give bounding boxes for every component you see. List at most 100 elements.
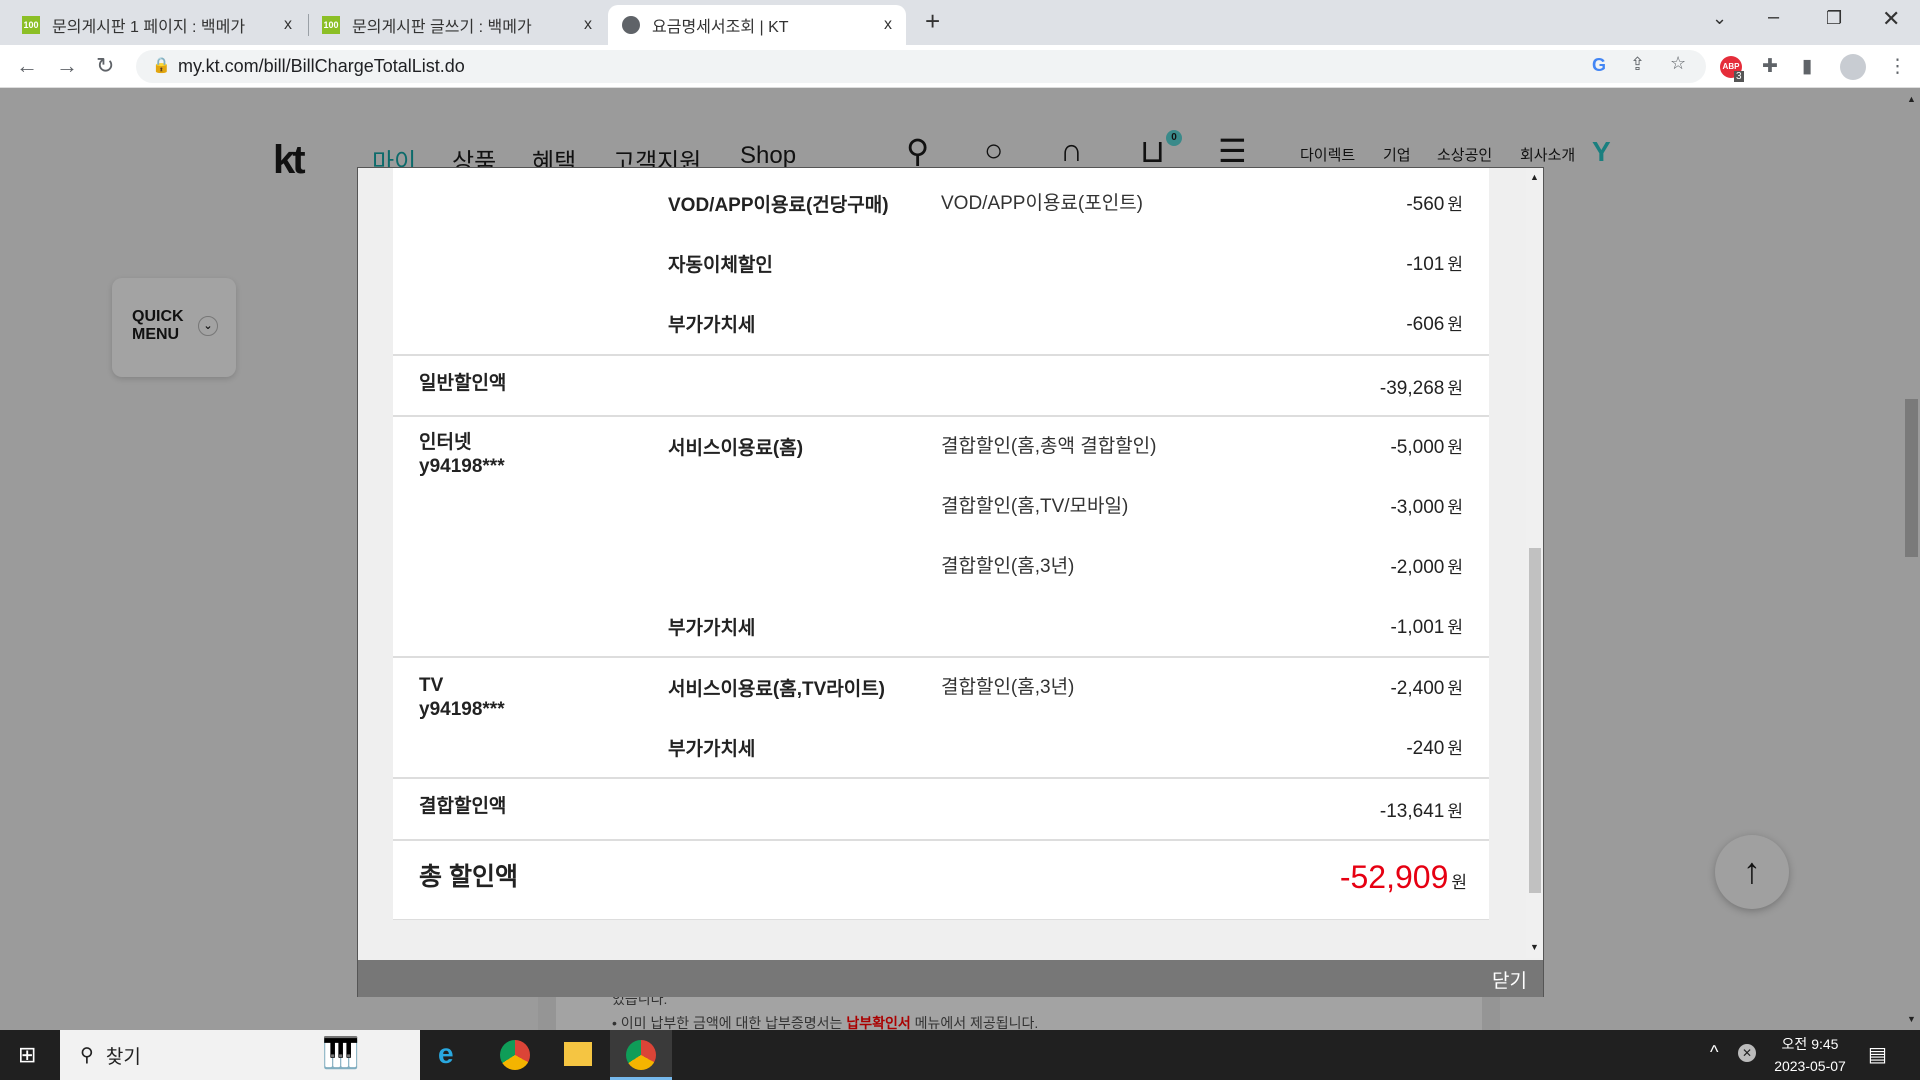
extensions-icon[interactable]: ✚ xyxy=(1762,55,1778,78)
item-detail: 결합할인(홈,3년) xyxy=(941,556,1075,577)
amount: -3,000 원 xyxy=(1390,497,1463,518)
google-icon[interactable]: G xyxy=(1592,55,1606,76)
kt-logo[interactable]: kt xyxy=(273,138,306,183)
tab-title: 문의게시판 글쓰기 : 백메가 xyxy=(352,19,532,36)
clock[interactable]: 오전 9:45 2023-05-07 xyxy=(1770,1034,1850,1074)
tab-inquiry-write[interactable]: 100 문의게시판 글쓰기 : 백메가 x xyxy=(308,5,606,45)
profile-avatar[interactable] xyxy=(1840,54,1866,80)
subtotal-label: 결합할인액 xyxy=(419,796,507,817)
close-tab-icon[interactable]: x xyxy=(284,16,292,34)
table-row: VOD/APP이용료(건당구매) VOD/APP이용료(포인트) -560 원 자… xyxy=(393,168,1489,354)
amount: -560 원 xyxy=(1406,194,1463,215)
modal-footer: 닫기 xyxy=(358,960,1543,997)
quick-menu-label: MENU xyxy=(132,326,180,343)
reload-icon[interactable]: ↻ xyxy=(96,53,114,79)
chrome-icon xyxy=(626,1040,656,1070)
close-button[interactable]: 닫기 xyxy=(1492,971,1527,992)
close-window-button[interactable]: ✕ xyxy=(1882,6,1900,32)
item-detail: 결합할인(홈,총액 결합할인) xyxy=(941,436,1157,457)
table-row: TV y94198*** 서비스이용료(홈,TV라이트) 결합할인(홈,3년) -… xyxy=(393,656,1489,777)
item-detail: VOD/APP이용료(포인트) xyxy=(941,193,1144,214)
chrome-active-taskbar-item[interactable] xyxy=(610,1030,672,1080)
link-enterprise[interactable]: 기업 xyxy=(1383,144,1411,165)
lock-icon[interactable]: 🔒 xyxy=(152,56,171,74)
chevron-down-icon: ⌄ xyxy=(198,316,218,336)
tab-bar: 100 문의게시판 1 페이지 : 백메가 x 100 문의게시판 글쓰기 : 백메가… xyxy=(0,0,1920,45)
amount: -240 원 xyxy=(1406,738,1463,759)
bookmark-star-icon[interactable]: ☆ xyxy=(1670,53,1686,74)
file-explorer-icon[interactable] xyxy=(564,1042,592,1066)
amount: -2,400 원 xyxy=(1390,678,1463,699)
taskbar: ⊞ ⚲ 찾기 🎹 e ^ ✕ 오전 9:45 2023-05-07 ▤ xyxy=(0,1030,1920,1080)
modal-scrollbar-thumb[interactable] xyxy=(1529,548,1541,893)
item-detail: 결합할인(홈,TV/모바일) xyxy=(941,496,1129,517)
amount: -39,268 원 xyxy=(1379,378,1463,399)
tab-title: 문의게시판 1 페이지 : 백메가 xyxy=(52,19,246,36)
new-tab-button[interactable]: + xyxy=(925,6,940,37)
nav-shop[interactable]: Shop xyxy=(740,142,796,170)
chrome-icon[interactable] xyxy=(500,1040,530,1070)
total-amount: -52,909 원 xyxy=(1339,859,1467,895)
amount: -5,000 원 xyxy=(1390,437,1463,458)
service-label: TV y94198*** xyxy=(419,675,505,720)
back-icon[interactable]: ← xyxy=(16,53,38,79)
scroll-to-top-button[interactable]: ↑ xyxy=(1715,835,1789,909)
item-name: 서비스이용료(홈) xyxy=(668,438,804,459)
search-label: 찾기 xyxy=(105,1046,141,1068)
quick-menu-button[interactable]: QUICK MENU ⌄ xyxy=(112,278,236,377)
tab-title: 요금명세서조회 | KT xyxy=(652,19,789,36)
total-row: 총 할인액 -52,909 원 xyxy=(393,839,1489,920)
site-favicon-icon: 100 xyxy=(322,16,340,34)
network-disconnected-icon[interactable]: ✕ xyxy=(1738,1044,1756,1062)
subtotal-row: 결합할인액 -13,641 원 xyxy=(393,777,1489,839)
quick-menu-label: QUICK xyxy=(132,308,184,325)
item-name: 서비스이용료(홈,TV라이트) xyxy=(668,679,886,700)
subtotal-label: 일반할인액 xyxy=(419,373,507,394)
search-icon: ⚲ xyxy=(80,1044,94,1066)
taskbar-search[interactable]: ⚲ 찾기 🎹 xyxy=(60,1030,420,1080)
notification-icon[interactable]: ▤ xyxy=(1868,1042,1887,1067)
link-small-business[interactable]: 소상공인 xyxy=(1437,144,1492,165)
forward-icon[interactable]: → xyxy=(56,53,78,79)
windows-start-icon[interactable]: ⊞ xyxy=(18,1042,36,1068)
internet-explorer-icon[interactable]: e xyxy=(438,1038,454,1070)
subtotal-row: 일반할인액 -39,268 원 xyxy=(393,354,1489,415)
tab-inquiry-board[interactable]: 100 문의게시판 1 페이지 : 백메가 x xyxy=(8,5,306,45)
menu-kebab-icon[interactable]: ⋮ xyxy=(1888,55,1907,78)
item-detail: 결합할인(홈,3년) xyxy=(941,677,1075,698)
restore-button[interactable]: ❐ xyxy=(1826,8,1842,29)
cart-count-badge: 0 xyxy=(1166,130,1182,146)
tab-bill[interactable]: 요금명세서조회 | KT x xyxy=(608,5,906,45)
modal-scrollbar[interactable]: ▲ ▼ xyxy=(1526,168,1543,958)
link-company[interactable]: 회사소개 xyxy=(1520,144,1575,165)
url-text: my.kt.com/bill/BillChargeTotalList.do xyxy=(178,56,465,76)
discount-table: VOD/APP이용료(건당구매) VOD/APP이용료(포인트) -560 원 자… xyxy=(393,168,1489,920)
page-scrollbar[interactable]: ▲ ▼ xyxy=(1903,88,1920,1030)
minimize-button[interactable]: – xyxy=(1768,6,1779,29)
y-brand-icon[interactable]: Y xyxy=(1592,136,1611,168)
item-name: 부가가치세 xyxy=(668,315,756,336)
amount: -13,641 원 xyxy=(1379,801,1463,822)
globe-icon xyxy=(622,16,640,34)
tray-chevron-up-icon[interactable]: ^ xyxy=(1710,1042,1718,1063)
close-tab-icon[interactable]: x xyxy=(584,16,592,34)
background-content-panel: 었습니다. • 이미 납부한 금액에 대한 납부증명서는 납부확인서 메뉴에서 … xyxy=(538,991,1500,1031)
hamburger-menu-icon[interactable]: ☰ xyxy=(1218,132,1247,170)
amount: -2,000 원 xyxy=(1390,557,1463,578)
item-name: VOD/APP이용료(건당구매) xyxy=(668,195,889,216)
page-scrollbar-thumb[interactable] xyxy=(1905,399,1918,557)
link-direct[interactable]: 다이렉트 xyxy=(1300,144,1355,165)
discount-detail-modal: VOD/APP이용료(건당구매) VOD/APP이용료(포인트) -560 원 자… xyxy=(357,167,1544,997)
address-bar[interactable]: 🔒 my.kt.com/bill/BillChargeTotalList.do … xyxy=(136,50,1706,83)
side-panel-icon[interactable]: ▮ xyxy=(1802,55,1812,78)
tab-search-chevron-icon[interactable]: ⌄ xyxy=(1712,8,1727,29)
site-favicon-icon: 100 xyxy=(22,16,40,34)
user-icon[interactable]: ⚲ xyxy=(906,132,929,170)
close-tab-icon[interactable]: x xyxy=(884,16,892,34)
share-icon[interactable]: ⇪ xyxy=(1630,54,1645,75)
piano-icon: 🎹 xyxy=(322,1037,360,1070)
cart-icon[interactable]: ⊔ xyxy=(1140,132,1165,170)
amount: -101 원 xyxy=(1406,254,1463,275)
headset-icon[interactable]: ∩ xyxy=(1060,132,1083,169)
search-icon[interactable]: ○ xyxy=(984,132,1003,169)
